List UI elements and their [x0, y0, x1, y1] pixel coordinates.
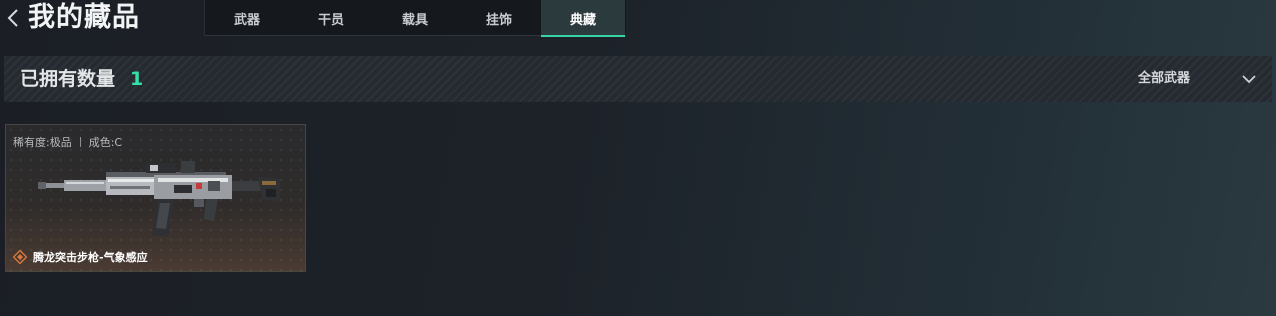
- tab-label: 典藏: [569, 12, 596, 28]
- item-condition: 成色:C: [88, 136, 123, 149]
- tab-vehicles[interactable]: 载具: [373, 0, 457, 36]
- tab-charms[interactable]: 挂饰: [457, 0, 541, 36]
- rarity-diamond-icon: [13, 250, 27, 264]
- chevron-down-icon: [1242, 75, 1256, 84]
- item-meta: 稀有度:极品 成色:C: [13, 134, 122, 150]
- assault-rifle-image: [38, 161, 280, 237]
- item-rarity: 稀有度:极品: [13, 136, 72, 149]
- category-tabs: 武器 干员 载具 挂饰 典藏: [204, 0, 626, 37]
- chevron-left-icon: [7, 9, 18, 27]
- meta-divider: [79, 137, 81, 147]
- tab-label: 武器: [233, 12, 260, 28]
- owned-count-value: 1: [130, 68, 144, 90]
- weapon-filter-dropdown[interactable]: 全部武器: [1122, 56, 1272, 102]
- item-name: 腾龙突击步枪-气象感应: [33, 251, 148, 264]
- tab-collection[interactable]: 典藏: [541, 0, 625, 37]
- item-footer: 腾龙突击步枪-气象感应: [13, 249, 148, 265]
- summary-bar: 已拥有数量 1 全部武器: [4, 56, 1272, 102]
- owned-count-label: 已拥有数量: [20, 68, 116, 90]
- tab-operators[interactable]: 干员: [289, 0, 373, 36]
- tab-label: 挂饰: [485, 12, 512, 28]
- tab-label: 载具: [401, 12, 428, 28]
- tab-weapons[interactable]: 武器: [205, 0, 289, 36]
- page-title: 我的藏品: [28, 2, 140, 33]
- back-button[interactable]: [4, 6, 22, 30]
- collection-item-card[interactable]: 稀有度:极品 成色:C 腾龙突击步枪-气象感应: [5, 124, 306, 272]
- tab-label: 干员: [317, 12, 344, 28]
- weapon-filter-label: 全部武器: [1138, 71, 1191, 86]
- collection-page: 我的藏品 武器 干员 载具 挂饰 典藏 已拥有数量 1 全部武器 稀有度:极品 …: [0, 0, 1276, 316]
